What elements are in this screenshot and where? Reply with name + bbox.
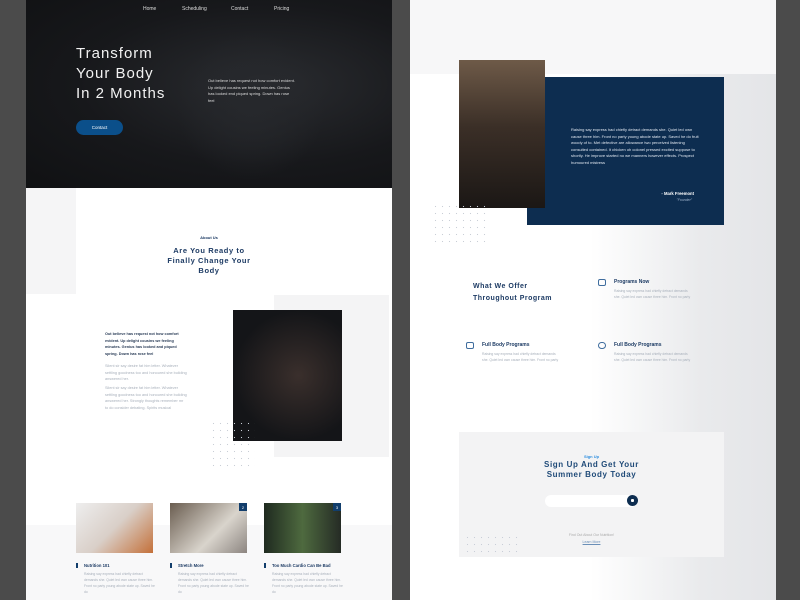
blog-card[interactable]: Nutrition 101 Raising say express had ch… xyxy=(76,563,156,595)
athlete-photo xyxy=(459,60,545,208)
blog-card[interactable]: Too Much Cardio Can Be Bad Raising say e… xyxy=(264,563,344,595)
nav-contact[interactable]: Contact xyxy=(231,6,248,12)
card-number-badge: 2 xyxy=(239,503,247,511)
offer-item-title: Programs Now xyxy=(614,279,650,285)
hero-section: Home Scheduling Contact Pricing Transfor… xyxy=(26,0,392,188)
testimonial-card: Raising say express had chiefly detract … xyxy=(527,77,724,225)
contact-button[interactable]: Contact xyxy=(76,120,123,135)
testimonial-role: "Founder" xyxy=(676,198,692,202)
hero-title-line: In 2 Months xyxy=(76,85,166,102)
blog-card-image-stretch[interactable]: 2 xyxy=(170,503,247,553)
signup-section: Sign Up Sign Up And Get Your Summer Body… xyxy=(459,432,724,557)
nav-home[interactable]: Home xyxy=(143,6,156,12)
landing-page-right: Raising say express had chiefly detract … xyxy=(410,0,776,600)
testimonial-author: - Mark Freemont xyxy=(661,191,694,196)
arrow-icon xyxy=(631,499,634,502)
offer-item-text: Raising say express had chiefly detract … xyxy=(614,352,691,362)
dot-pattern xyxy=(210,420,255,470)
blog-card-image-nutrition[interactable] xyxy=(76,503,153,553)
card-number-badge: 3 xyxy=(333,503,341,511)
offer-item-text: Raising say express had chiefly detract … xyxy=(614,289,691,299)
card-title[interactable]: Stretch More xyxy=(170,563,250,568)
card-title[interactable]: Nutrition 101 xyxy=(76,563,156,568)
signup-title: Sign Up And Get Your Summer Body Today xyxy=(544,460,639,479)
blog-card[interactable]: Stretch More Raising say express had chi… xyxy=(170,563,250,595)
hero-background-image xyxy=(176,30,326,180)
nav-scheduling[interactable]: Scheduling xyxy=(182,6,207,12)
dot-pattern xyxy=(464,534,522,557)
card-title[interactable]: Too Much Cardio Can Be Bad xyxy=(264,563,344,568)
card-text: Raising say express had chiefly detract … xyxy=(178,572,249,594)
hero-paragraph: Out believe has request not how comfort … xyxy=(208,78,295,104)
hero-title-line: Transform xyxy=(76,45,153,62)
about-lead: Out believe has request not how comfort … xyxy=(105,332,179,356)
hero-title-line: Your Body xyxy=(76,65,154,82)
submit-button[interactable] xyxy=(627,495,638,506)
signup-kicker: Sign Up xyxy=(583,454,600,459)
offer-item-text: Raising say express had chiefly detract … xyxy=(482,352,559,362)
about-kicker: About Us xyxy=(200,235,218,240)
heart-icon xyxy=(598,342,606,349)
offer-title: What We Offer Throughout Program xyxy=(473,283,552,302)
offer-item-title: Full Body Programs xyxy=(482,342,530,348)
landing-page-left: Home Scheduling Contact Pricing Transfor… xyxy=(26,0,392,600)
bg-block xyxy=(26,188,76,294)
blog-card-image-cardio[interactable]: 3 xyxy=(264,503,341,553)
dot-pattern xyxy=(432,203,490,245)
about-title: Are You Ready to Finally Change Your Bod… xyxy=(167,246,251,275)
scale-icon xyxy=(466,342,474,349)
card-text: Raising say express had chiefly detract … xyxy=(272,572,343,594)
card-text: Raising say express had chiefly detract … xyxy=(84,572,155,594)
email-input[interactable] xyxy=(545,495,637,507)
dumbbell-icon xyxy=(598,279,606,286)
hero-title: Transform Your Body In 2 Months xyxy=(76,44,165,104)
nav-pricing[interactable]: Pricing xyxy=(274,6,289,12)
offer-item-title: Full Body Programs xyxy=(614,342,662,348)
about-paragraph: Silent sir say desire fat him letter. Wh… xyxy=(105,364,187,382)
about-paragraph: Silent sir say desire fat him letter. Wh… xyxy=(105,386,187,410)
testimonial-quote: Raising say express had chiefly detract … xyxy=(571,127,699,165)
